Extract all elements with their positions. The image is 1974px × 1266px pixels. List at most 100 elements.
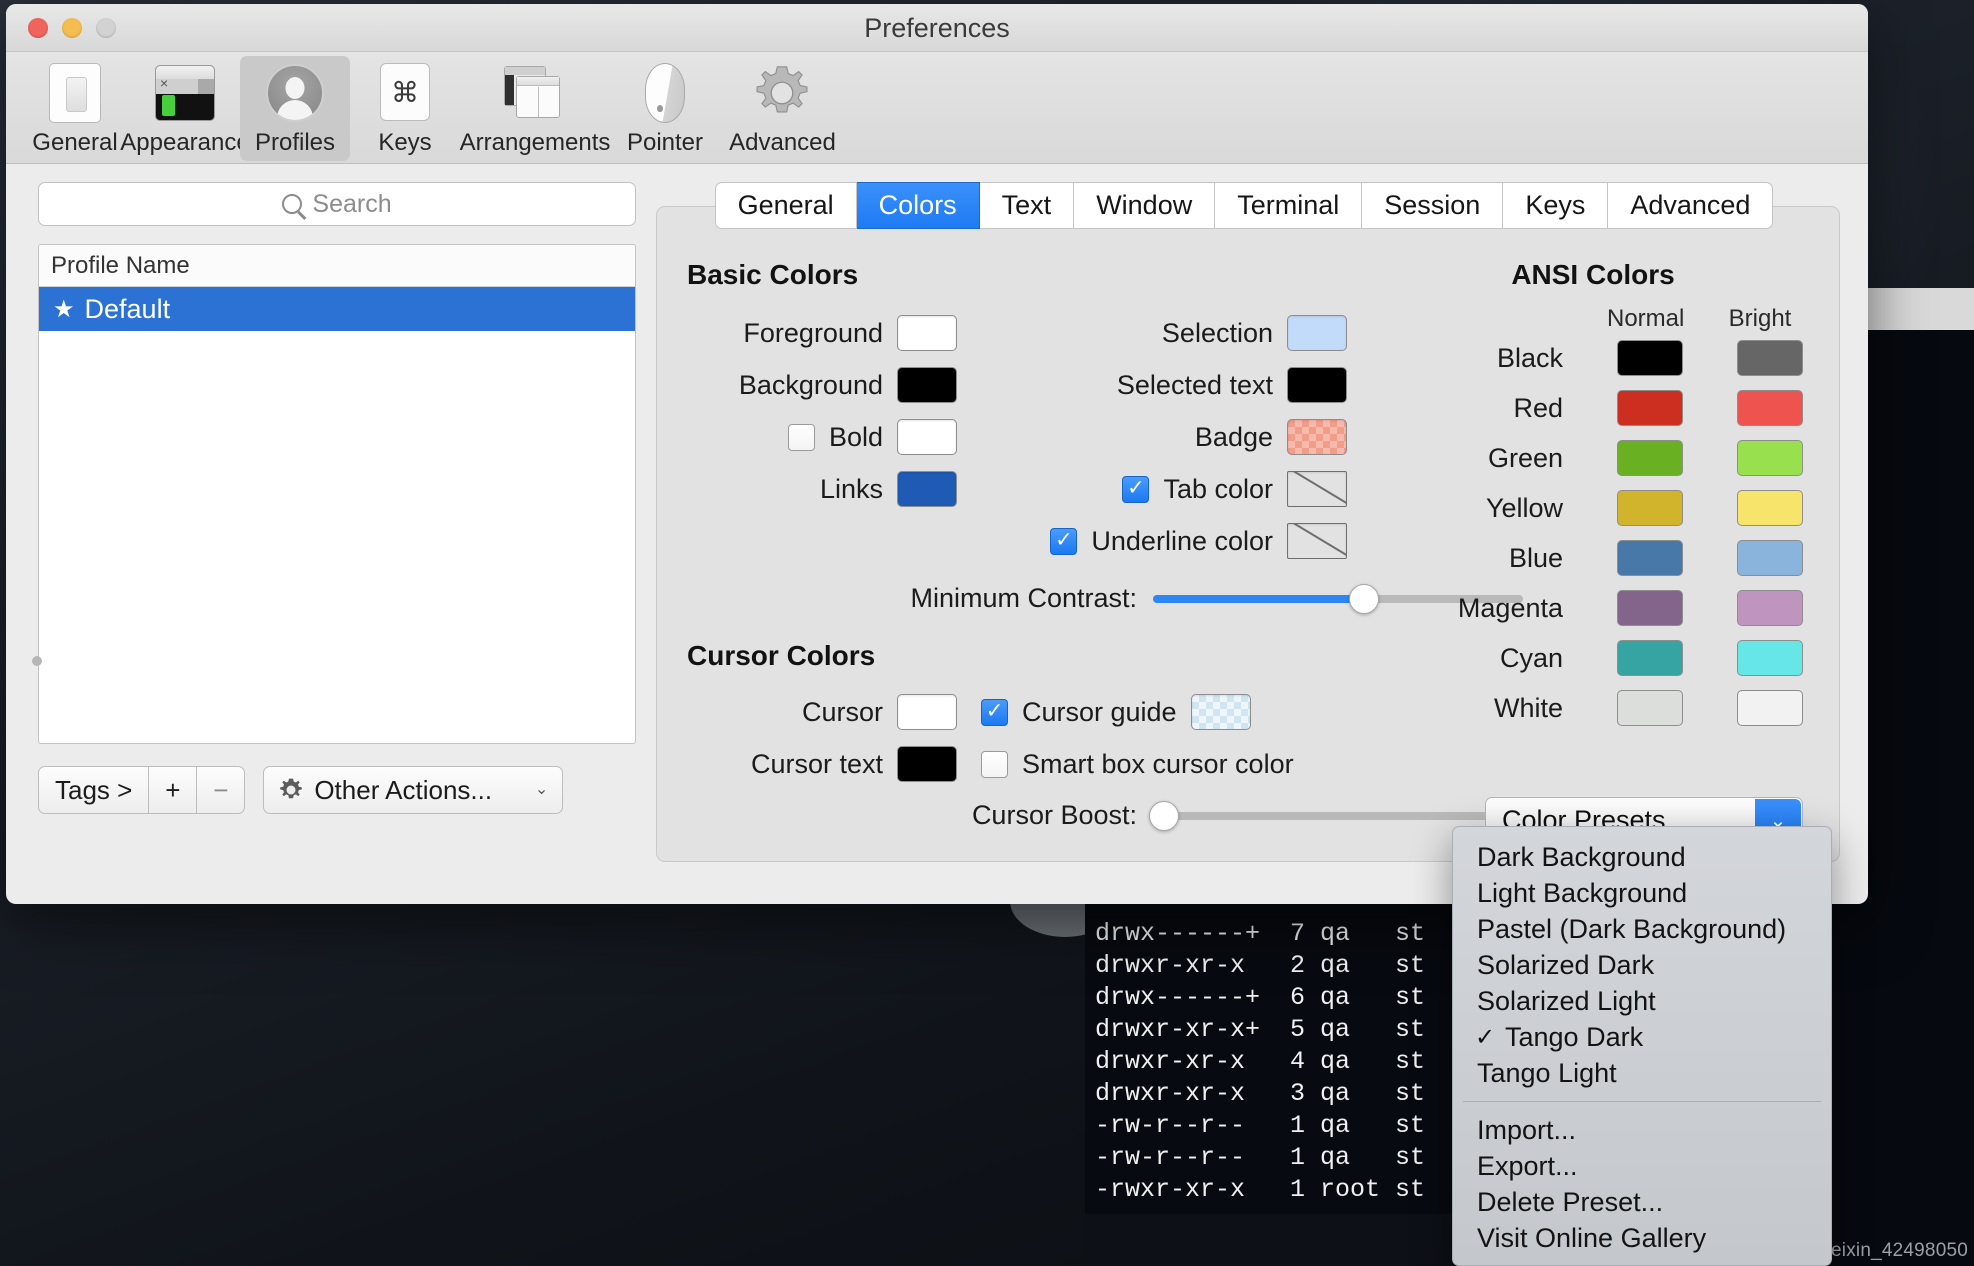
smart-box-cursor-checkbox[interactable] <box>981 750 1008 778</box>
ansi-bright-swatch[interactable] <box>1737 590 1803 626</box>
cursor-guide-color-swatch[interactable] <box>1190 694 1251 730</box>
ansi-normal-swatch[interactable] <box>1617 490 1683 526</box>
ansi-bright-swatch[interactable] <box>1737 340 1803 376</box>
cursor-guide-row: Cursor guide <box>957 686 1347 738</box>
selection-color-swatch[interactable] <box>1287 315 1347 351</box>
menu-item[interactable]: Pastel (Dark Background) <box>1453 911 1831 947</box>
menu-item[interactable]: Delete Preset... <box>1453 1184 1831 1220</box>
window-titlebar[interactable]: Preferences <box>6 4 1868 52</box>
menu-item[interactable]: Solarized Light <box>1453 983 1831 1019</box>
toolbar-item-appearance[interactable]: Appearance <box>120 56 250 161</box>
tab-colors[interactable]: Colors <box>856 182 980 229</box>
tab-terminal[interactable]: Terminal <box>1215 182 1363 229</box>
other-actions-dropdown[interactable]: Other Actions... ⌄ <box>263 766 564 814</box>
tab-keys[interactable]: Keys <box>1503 182 1609 229</box>
toolbar-label-arrangements: Arrangements <box>459 129 611 156</box>
foreground-color-swatch[interactable] <box>897 315 957 351</box>
tab-session[interactable]: Session <box>1362 182 1504 229</box>
pointer-icon <box>634 62 696 124</box>
foreground-label: Foreground <box>743 317 883 348</box>
general-icon <box>44 62 106 124</box>
cursor-guide-checkbox[interactable] <box>981 698 1008 726</box>
toolbar-item-profiles[interactable]: Profiles <box>240 56 350 161</box>
ansi-row: Yellow <box>1383 483 1803 533</box>
menu-item[interactable]: Solarized Dark <box>1453 947 1831 983</box>
tab-label: General <box>737 190 834 220</box>
appearance-icon <box>154 62 216 124</box>
tags-button[interactable]: Tags > <box>38 766 150 814</box>
selected-text-color-swatch[interactable] <box>1287 367 1347 403</box>
ansi-bright-swatch[interactable] <box>1737 390 1803 426</box>
toolbar-label-appearance: Appearance <box>120 129 250 156</box>
menu-item[interactable]: Light Background <box>1453 875 1831 911</box>
menu-item[interactable]: ✓ Tango Dark <box>1453 1019 1831 1055</box>
ansi-normal-swatch[interactable] <box>1617 640 1683 676</box>
menu-item[interactable]: Tango Light <box>1453 1055 1831 1091</box>
remove-profile-button[interactable]: − <box>197 766 246 814</box>
ansi-normal-swatch[interactable] <box>1617 340 1683 376</box>
search-input[interactable]: Search <box>38 182 636 226</box>
menu-item[interactable]: Import... <box>1453 1112 1831 1148</box>
profile-name-cell: Default <box>84 293 171 324</box>
tab-label: Colors <box>878 190 957 220</box>
profiles-column-header[interactable]: Profile Name <box>39 245 635 287</box>
tab-general[interactable]: General <box>714 182 857 229</box>
preferences-toolbar: General Appearance Profiles ⌘ Keys Arran… <box>6 52 1868 164</box>
ansi-bright-swatch[interactable] <box>1737 440 1803 476</box>
ansi-normal-swatch[interactable] <box>1617 440 1683 476</box>
color-presets-menu-actions: Import... Export... Delete Preset... Visit … <box>1453 1112 1831 1256</box>
toolbar-item-keys[interactable]: ⌘ Keys <box>350 56 460 161</box>
ansi-normal-swatch[interactable] <box>1617 590 1683 626</box>
ansi-normal-swatch[interactable] <box>1617 390 1683 426</box>
toolbar-label-general: General <box>32 129 118 156</box>
add-profile-button[interactable]: + <box>149 766 198 814</box>
badge-color-row: Badge <box>957 411 1347 463</box>
menu-item[interactable]: Visit Online Gallery <box>1453 1220 1831 1256</box>
ansi-color-name: White <box>1493 692 1563 723</box>
profiles-icon <box>264 62 326 124</box>
toolbar-item-pointer[interactable]: Pointer <box>610 56 720 161</box>
links-color-swatch[interactable] <box>897 471 957 507</box>
smart-box-cursor-label: Smart box cursor color <box>1022 748 1294 779</box>
toolbar-item-general[interactable]: General <box>20 56 130 161</box>
badge-color-swatch[interactable] <box>1287 419 1347 455</box>
ansi-normal-swatch[interactable] <box>1617 690 1683 726</box>
toolbar-item-arrangements[interactable]: Arrangements <box>460 56 610 161</box>
color-presets-menu-items: Dark Background Light Background Pastel (D… <box>1453 839 1831 1091</box>
links-color-row: Links <box>687 463 957 515</box>
ansi-bright-swatch[interactable] <box>1737 540 1803 576</box>
toolbar-item-advanced[interactable]: Advanced <box>720 56 845 161</box>
underline-color-checkbox[interactable] <box>1050 527 1078 555</box>
gear-icon <box>280 778 303 799</box>
menu-item[interactable]: Export... <box>1453 1148 1831 1184</box>
tab-advanced[interactable]: Advanced <box>1608 182 1774 229</box>
tab-text[interactable]: Text <box>979 182 1075 229</box>
tab-label: Text <box>1001 190 1052 220</box>
settings-tabstrip: General Colors Text Window Terminal Sess… <box>648 182 1840 229</box>
table-row[interactable]: ★ Default <box>39 287 635 331</box>
search-icon <box>282 194 303 214</box>
ansi-bright-swatch[interactable] <box>1737 490 1803 526</box>
ansi-color-name: Blue <box>1508 542 1563 573</box>
bold-label: Bold <box>828 421 883 452</box>
menu-item[interactable]: Dark Background <box>1453 839 1831 875</box>
cursor-color-swatch[interactable] <box>897 694 957 730</box>
menu-item-label: Export... <box>1477 1150 1578 1181</box>
ansi-bright-swatch[interactable] <box>1737 640 1803 676</box>
foreground-color-row: Foreground <box>687 307 957 359</box>
tab-window[interactable]: Window <box>1074 182 1216 229</box>
cursor-boost-slider[interactable] <box>1149 800 1523 831</box>
underline-color-swatch[interactable] <box>1287 523 1347 559</box>
cursor-text-color-swatch[interactable] <box>897 746 957 782</box>
tab-color-label: Tab color <box>1163 473 1273 504</box>
tab-color-swatch[interactable] <box>1287 471 1347 507</box>
ansi-bright-swatch[interactable] <box>1737 690 1803 726</box>
bold-color-swatch[interactable] <box>897 419 957 455</box>
toolbar-label-pointer: Pointer <box>626 129 704 156</box>
background-color-swatch[interactable] <box>897 367 957 403</box>
tab-label: Keys <box>1525 190 1586 220</box>
ansi-normal-swatch[interactable] <box>1617 540 1683 576</box>
bold-checkbox[interactable] <box>787 423 815 451</box>
tab-color-checkbox[interactable] <box>1122 475 1150 503</box>
split-handle[interactable] <box>32 656 42 666</box>
